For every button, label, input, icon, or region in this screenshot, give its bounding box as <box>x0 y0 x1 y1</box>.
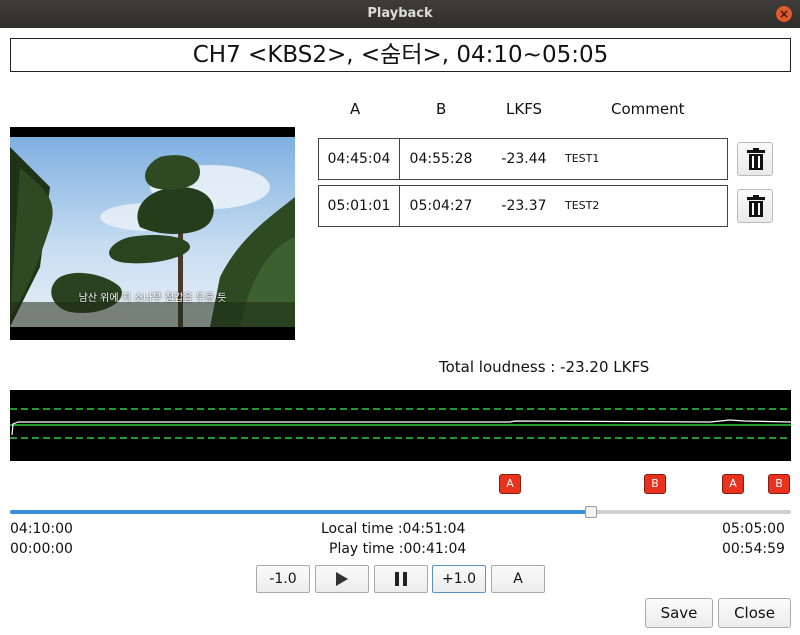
timeline-handle[interactable] <box>585 506 598 518</box>
segment-a-time: 04:45:04 <box>319 139 400 179</box>
pause-icon <box>395 572 407 586</box>
delete-segment-button[interactable] <box>737 142 773 176</box>
window-close-icon[interactable]: × <box>776 6 792 22</box>
window-title: Playback <box>367 6 433 21</box>
segment-row[interactable]: 05:01:01 05:04:27 -23.37 TEST2 <box>318 185 728 227</box>
window-titlebar: Playback × <box>0 0 800 28</box>
segment-lkfs: -23.37 <box>501 198 547 214</box>
delete-segment-button[interactable] <box>737 189 773 223</box>
segment-comment: TEST2 <box>565 199 600 212</box>
segment-a-time: 05:01:01 <box>319 186 400 226</box>
save-button[interactable]: Save <box>645 598 713 628</box>
marker-b[interactable]: B <box>644 474 666 494</box>
video-frame-image <box>10 127 295 340</box>
end-play-time: 00:54:59 <box>722 541 785 557</box>
total-loudness: Total loudness : -23.20 LKFS <box>439 358 650 376</box>
column-header-comment: Comment <box>611 100 685 118</box>
set-a-button[interactable]: A <box>491 565 545 593</box>
segment-b-time: 05:04:27 <box>409 198 473 214</box>
marker-a[interactable]: A <box>499 474 521 494</box>
timeline-progress <box>10 510 592 514</box>
column-header-b: B <box>436 100 447 118</box>
segment-lkfs: -23.44 <box>501 151 547 167</box>
column-header-a: A <box>350 100 361 118</box>
loudness-curve <box>11 419 791 436</box>
start-time: 04:10:00 <box>10 521 73 537</box>
play-icon <box>336 572 348 586</box>
play-button[interactable] <box>315 565 369 593</box>
end-time: 05:05:00 <box>722 521 785 537</box>
forward-button[interactable]: +1.0 <box>432 565 486 593</box>
marker-b[interactable]: B <box>768 474 790 494</box>
video-preview: 남산 위에 저 소나무 철갑을 두른 듯 <box>10 127 295 340</box>
marker-a[interactable]: A <box>722 474 744 494</box>
segment-row[interactable]: 04:45:04 04:55:28 -23.44 TEST1 <box>318 138 728 180</box>
local-time: Local time :04:51:04 <box>321 521 466 537</box>
play-time: Play time :00:41:04 <box>329 541 467 557</box>
close-button[interactable]: Close <box>718 598 791 628</box>
trash-icon <box>747 148 765 170</box>
channel-title: CH7 <KBS2>, <숨터>, 04:10~05:05 <box>10 38 791 72</box>
segment-b-time: 04:55:28 <box>409 151 473 167</box>
column-header-lkfs: LKFS <box>506 100 543 118</box>
timeline-slider[interactable] <box>10 505 791 519</box>
start-play-time: 00:00:00 <box>10 541 73 557</box>
rewind-button[interactable]: -1.0 <box>256 565 310 593</box>
pause-button[interactable] <box>374 565 428 593</box>
video-subtitle: 남산 위에 저 소나무 철갑을 두른 듯 <box>78 293 227 304</box>
segment-comment: TEST1 <box>565 152 600 165</box>
trash-icon <box>747 195 765 217</box>
loudness-graph <box>10 390 791 461</box>
